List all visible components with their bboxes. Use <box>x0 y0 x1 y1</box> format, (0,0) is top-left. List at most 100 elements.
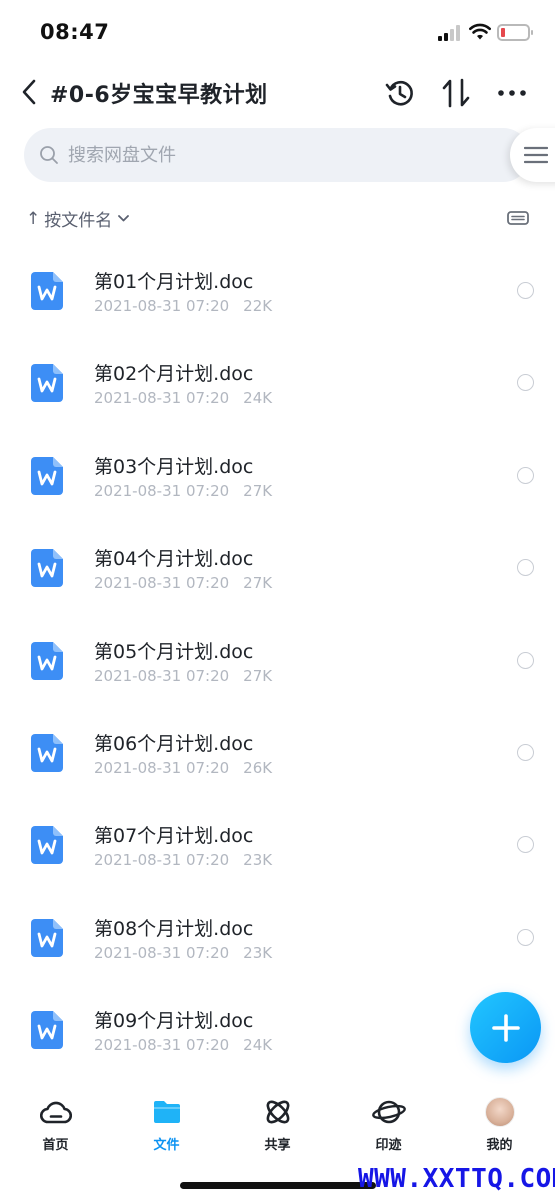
file-size: 27K <box>243 666 273 685</box>
signal-icon <box>438 24 462 41</box>
chevron-down-icon <box>118 215 130 222</box>
battery-icon <box>497 24 533 41</box>
file-row[interactable]: 第07个月计划.doc 2021-08-31 07:20 23K <box>0 791 555 883</box>
file-size: 24K <box>243 389 273 408</box>
view-toggle-button[interactable] <box>506 208 530 228</box>
file-meta: 2021-08-31 07:20 22K <box>94 297 272 315</box>
file-date: 2021-08-31 07:20 <box>94 758 230 777</box>
file-row[interactable]: 第05个月计划.doc 2021-08-31 07:20 27K <box>0 607 555 699</box>
file-row[interactable]: 第08个月计划.doc 2021-08-31 07:20 23K <box>0 884 555 976</box>
search-input[interactable] <box>68 144 448 166</box>
tab-traces[interactable]: 印迹 <box>333 1095 444 1165</box>
word-doc-icon <box>31 733 63 772</box>
watermark: WWW.XXTTQ.COM <box>358 1164 555 1194</box>
tab-label: 我的 <box>486 1138 513 1153</box>
back-button[interactable] <box>14 76 44 108</box>
history-button[interactable] <box>383 76 417 110</box>
home-indicator <box>180 1182 376 1189</box>
list-view-icon <box>507 211 529 225</box>
file-date: 2021-08-31 07:20 <box>94 481 230 500</box>
file-list: 第01个月计划.doc 2021-08-31 07:20 22K 第02个月计划.… <box>0 237 555 1069</box>
file-name: 第07个月计划.doc <box>94 825 254 848</box>
word-doc-icon <box>31 364 63 403</box>
word-doc-icon <box>31 641 63 680</box>
more-button[interactable] <box>495 76 529 110</box>
cloud-icon <box>39 1095 73 1129</box>
file-date: 2021-08-31 07:20 <box>94 851 230 870</box>
word-doc-icon <box>31 826 63 865</box>
word-doc-icon <box>31 1011 63 1050</box>
file-meta: 2021-08-31 07:20 26K <box>94 759 272 777</box>
file-size: 23K <box>243 851 273 870</box>
file-date: 2021-08-31 07:20 <box>94 1036 230 1055</box>
avatar <box>484 1097 515 1127</box>
select-checkbox[interactable] <box>517 559 534 577</box>
tab-label: 印迹 <box>375 1138 402 1153</box>
select-checkbox[interactable] <box>517 374 534 392</box>
sort-button[interactable] <box>439 76 473 110</box>
file-row[interactable]: 第01个月计划.doc 2021-08-31 07:20 22K <box>0 237 555 329</box>
file-date: 2021-08-31 07:20 <box>94 666 230 685</box>
avatar-wrapper <box>483 1095 517 1129</box>
planet-icon <box>371 1095 406 1129</box>
tab-label: 首页 <box>42 1138 69 1153</box>
file-size: 27K <box>243 574 273 593</box>
word-doc-icon <box>31 918 63 957</box>
search-icon <box>38 144 60 166</box>
plus-icon <box>491 1013 520 1042</box>
file-size: 24K <box>243 1036 273 1055</box>
status-bar: 08:47 <box>0 0 555 62</box>
select-checkbox[interactable] <box>517 928 534 946</box>
word-doc-icon <box>31 456 63 495</box>
file-name: 第06个月计划.doc <box>94 732 254 755</box>
hamburger-icon <box>524 146 548 164</box>
back-arrow-icon <box>22 79 36 105</box>
file-row[interactable]: 第03个月计划.doc 2021-08-31 07:20 27K <box>0 422 555 514</box>
file-size: 23K <box>243 943 273 962</box>
wifi-icon <box>469 23 491 40</box>
file-meta: 2021-08-31 07:20 27K <box>94 667 272 685</box>
file-meta: 2021-08-31 07:20 24K <box>94 389 272 407</box>
history-icon <box>385 80 413 106</box>
sort-by-name-button[interactable]: ↑ 按文件名 <box>26 206 130 231</box>
menu-button[interactable] <box>510 128 555 182</box>
tab-share[interactable]: 共享 <box>222 1095 333 1165</box>
select-checkbox[interactable] <box>517 836 534 854</box>
tab-home[interactable]: 首页 <box>0 1095 111 1165</box>
file-name: 第09个月计划.doc <box>94 1010 254 1033</box>
sort-row: ↑ 按文件名 <box>0 200 555 236</box>
sort-icon <box>442 78 470 108</box>
file-name: 第05个月计划.doc <box>94 640 254 663</box>
select-checkbox[interactable] <box>517 466 534 484</box>
file-size: 26K <box>243 758 273 777</box>
file-row[interactable]: 第06个月计划.doc 2021-08-31 07:20 26K <box>0 699 555 791</box>
sort-direction-arrow: ↑ <box>26 208 41 229</box>
search-row <box>0 128 555 184</box>
add-button[interactable] <box>470 992 541 1063</box>
file-meta: 2021-08-31 07:20 23K <box>94 851 272 869</box>
file-meta: 2021-08-31 07:20 23K <box>94 944 272 962</box>
select-checkbox[interactable] <box>517 282 534 299</box>
folder-icon <box>150 1095 184 1129</box>
atom-icon <box>261 1095 295 1129</box>
file-name: 第08个月计划.doc <box>94 917 254 940</box>
tab-files[interactable]: 文件 <box>111 1095 222 1165</box>
word-doc-icon <box>31 549 63 588</box>
page-title: #0-6岁宝宝早教计划 <box>50 83 268 108</box>
file-row[interactable]: 第02个月计划.doc 2021-08-31 07:20 24K <box>0 329 555 421</box>
tab-label: 文件 <box>153 1138 180 1153</box>
file-meta: 2021-08-31 07:20 24K <box>94 1036 272 1054</box>
select-checkbox[interactable] <box>517 743 534 761</box>
file-date: 2021-08-31 07:20 <box>94 297 230 315</box>
more-icon <box>498 90 526 96</box>
tab-label: 共享 <box>264 1138 291 1153</box>
file-name: 第01个月计划.doc <box>94 271 254 293</box>
file-date: 2021-08-31 07:20 <box>94 389 230 408</box>
file-row[interactable]: 第04个月计划.doc 2021-08-31 07:20 27K <box>0 514 555 606</box>
file-name: 第04个月计划.doc <box>94 548 254 571</box>
search-box[interactable] <box>24 128 530 182</box>
tab-profile[interactable]: 我的 <box>444 1095 555 1165</box>
word-doc-icon <box>31 272 63 310</box>
file-name: 第02个月计划.doc <box>94 363 254 386</box>
select-checkbox[interactable] <box>517 651 534 669</box>
